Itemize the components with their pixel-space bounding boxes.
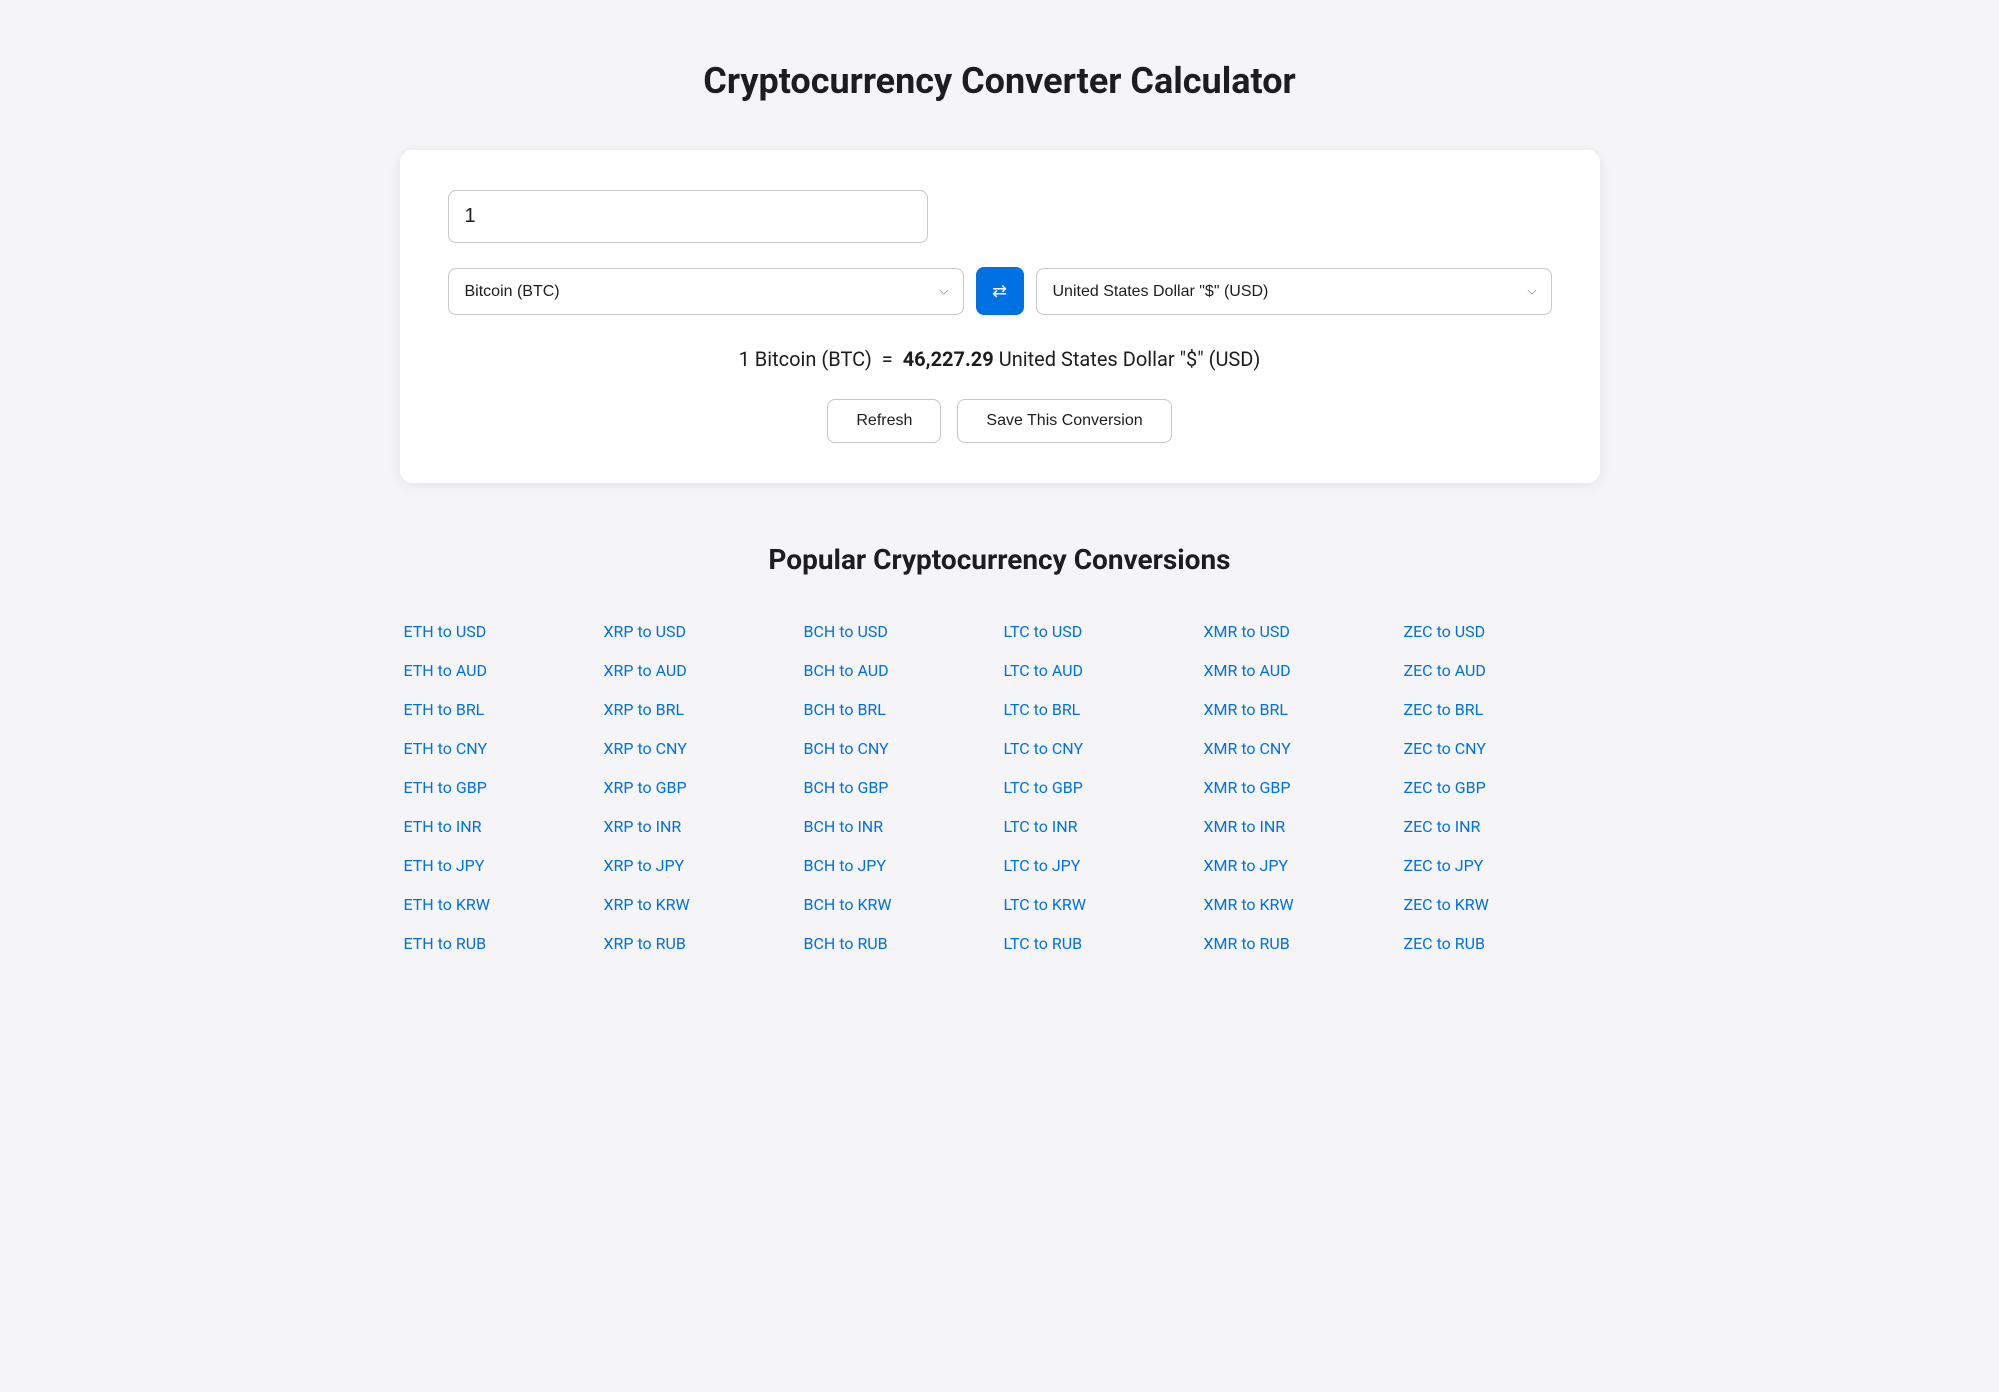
to-currency-wrapper: United States Dollar "$" (USD) Euro (EUR… (1036, 268, 1552, 315)
swap-button[interactable]: ⇄ (976, 267, 1024, 315)
list-item[interactable]: LTC to INR (1000, 807, 1200, 846)
list-item[interactable]: ZEC to CNY (1400, 729, 1600, 768)
list-item[interactable]: ZEC to BRL (1400, 690, 1600, 729)
list-item[interactable]: BCH to INR (800, 807, 1000, 846)
result-amount: 46,227.29 (903, 347, 994, 371)
to-currency-select[interactable]: United States Dollar "$" (USD) Euro (EUR… (1037, 269, 1551, 314)
result-currency: United States Dollar "$" (USD) (999, 347, 1261, 371)
list-item[interactable]: ETH to JPY (400, 846, 600, 885)
list-item[interactable]: XRP to INR (600, 807, 800, 846)
list-item[interactable]: LTC to CNY (1000, 729, 1200, 768)
list-item[interactable]: ZEC to RUB (1400, 924, 1600, 963)
popular-section: Popular Cryptocurrency Conversions ETH t… (400, 543, 1600, 963)
from-currency-wrapper: Bitcoin (BTC) Ethereum (ETH) Ripple (XRP… (448, 268, 964, 315)
list-item[interactable]: BCH to GBP (800, 768, 1000, 807)
conversions-grid: ETH to USDXRP to USDBCH to USDLTC to USD… (400, 612, 1600, 963)
list-item[interactable]: XRP to KRW (600, 885, 800, 924)
list-item[interactable]: XMR to JPY (1200, 846, 1400, 885)
result-equals: = (877, 347, 903, 371)
list-item[interactable]: ETH to AUD (400, 651, 600, 690)
list-item[interactable]: LTC to BRL (1000, 690, 1200, 729)
list-item[interactable]: ETH to BRL (400, 690, 600, 729)
list-item[interactable]: ZEC to INR (1400, 807, 1600, 846)
page-title: Cryptocurrency Converter Calculator (40, 60, 1959, 102)
result-prefix: 1 Bitcoin (BTC) (739, 347, 872, 371)
list-item[interactable]: BCH to CNY (800, 729, 1000, 768)
list-item[interactable]: LTC to KRW (1000, 885, 1200, 924)
list-item[interactable]: ZEC to KRW (1400, 885, 1600, 924)
list-item[interactable]: XMR to KRW (1200, 885, 1400, 924)
result-row: 1 Bitcoin (BTC) = 46,227.29 United State… (448, 347, 1552, 371)
list-item[interactable]: ETH to USD (400, 612, 600, 651)
list-item[interactable]: ZEC to USD (1400, 612, 1600, 651)
list-item[interactable]: BCH to JPY (800, 846, 1000, 885)
list-item[interactable]: ETH to INR (400, 807, 600, 846)
list-item[interactable]: XRP to USD (600, 612, 800, 651)
list-item[interactable]: XMR to CNY (1200, 729, 1400, 768)
refresh-button[interactable]: Refresh (827, 399, 941, 443)
list-item[interactable]: BCH to KRW (800, 885, 1000, 924)
from-currency-select[interactable]: Bitcoin (BTC) Ethereum (ETH) Ripple (XRP… (449, 269, 963, 314)
amount-input[interactable] (448, 190, 928, 243)
list-item[interactable]: ZEC to AUD (1400, 651, 1600, 690)
list-item[interactable]: ZEC to GBP (1400, 768, 1600, 807)
list-item[interactable]: XRP to JPY (600, 846, 800, 885)
list-item[interactable]: ZEC to JPY (1400, 846, 1600, 885)
list-item[interactable]: XRP to AUD (600, 651, 800, 690)
list-item[interactable]: XMR to GBP (1200, 768, 1400, 807)
list-item[interactable]: LTC to JPY (1000, 846, 1200, 885)
list-item[interactable]: LTC to RUB (1000, 924, 1200, 963)
list-item[interactable]: LTC to GBP (1000, 768, 1200, 807)
list-item[interactable]: XMR to AUD (1200, 651, 1400, 690)
list-item[interactable]: XMR to USD (1200, 612, 1400, 651)
converter-card: Bitcoin (BTC) Ethereum (ETH) Ripple (XRP… (400, 150, 1600, 483)
selectors-row: Bitcoin (BTC) Ethereum (ETH) Ripple (XRP… (448, 267, 1552, 315)
list-item[interactable]: XMR to INR (1200, 807, 1400, 846)
action-buttons-row: Refresh Save This Conversion (448, 399, 1552, 443)
list-item[interactable]: XMR to RUB (1200, 924, 1400, 963)
list-item[interactable]: XRP to BRL (600, 690, 800, 729)
list-item[interactable]: LTC to USD (1000, 612, 1200, 651)
list-item[interactable]: ETH to GBP (400, 768, 600, 807)
popular-title: Popular Cryptocurrency Conversions (400, 543, 1600, 576)
list-item[interactable]: LTC to AUD (1000, 651, 1200, 690)
swap-icon: ⇄ (992, 281, 1007, 302)
list-item[interactable]: BCH to USD (800, 612, 1000, 651)
list-item[interactable]: XMR to BRL (1200, 690, 1400, 729)
list-item[interactable]: BCH to AUD (800, 651, 1000, 690)
list-item[interactable]: ETH to KRW (400, 885, 600, 924)
list-item[interactable]: ETH to RUB (400, 924, 600, 963)
list-item[interactable]: XRP to RUB (600, 924, 800, 963)
save-conversion-button[interactable]: Save This Conversion (957, 399, 1171, 443)
list-item[interactable]: XRP to CNY (600, 729, 800, 768)
list-item[interactable]: BCH to RUB (800, 924, 1000, 963)
list-item[interactable]: BCH to BRL (800, 690, 1000, 729)
list-item[interactable]: ETH to CNY (400, 729, 600, 768)
list-item[interactable]: XRP to GBP (600, 768, 800, 807)
